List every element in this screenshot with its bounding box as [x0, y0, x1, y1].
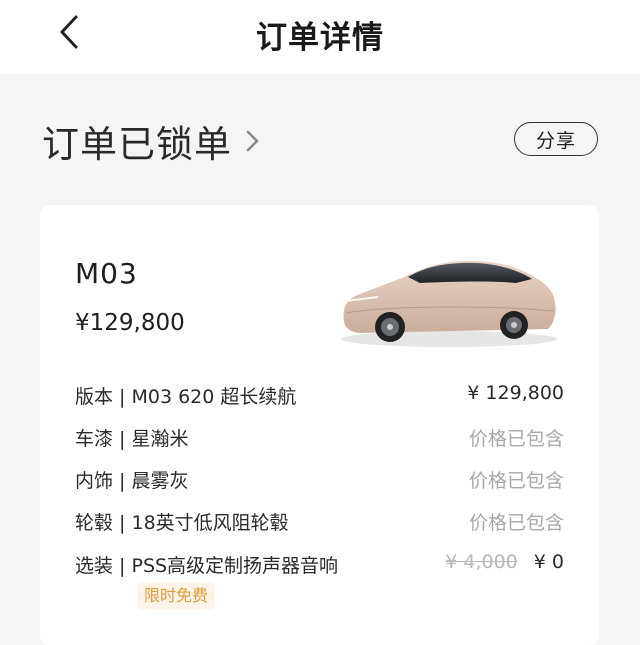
original-price: ¥ 4,000 — [445, 551, 518, 573]
spec-value: ¥ 0 — [533, 551, 564, 573]
spec-label: 选装 | PSS高级定制扬声器音响 — [75, 555, 339, 577]
spec-row-version: 版本 | M03 620 超长续航 ¥ 129,800 — [75, 382, 564, 412]
chevron-right-icon — [246, 130, 259, 152]
spec-label: 车漆 | 星瀚米 — [75, 428, 189, 450]
spec-row-option: 选装 | PSS高级定制扬声器音响 ¥ 4,000 ¥ 0 — [75, 551, 564, 581]
spec-row-wheels: 轮毂 | 18英寸低风阻轮毂 价格已包含 — [75, 508, 564, 538]
car-model-price: ¥129,800 — [75, 310, 185, 336]
car-model-name: M03 — [75, 257, 138, 290]
spec-value: 价格已包含 — [468, 512, 564, 534]
spec-value: 价格已包含 — [468, 428, 564, 450]
spec-value-group: ¥ 4,000 ¥ 0 — [445, 551, 564, 573]
order-status-link[interactable]: 订单已锁单 — [42, 118, 264, 166]
spec-label: 内饰 | 晨雾灰 — [75, 470, 189, 492]
spec-label: 轮毂 | 18英寸低风阻轮毂 — [75, 512, 289, 534]
spec-row-paint: 车漆 | 星瀚米 价格已包含 — [75, 424, 564, 454]
limited-free-badge: 限时免费 — [138, 583, 215, 609]
car-image — [341, 260, 557, 347]
spec-row-interior: 内饰 | 晨雾灰 价格已包含 — [75, 466, 564, 496]
page-title: 订单详情 — [256, 20, 384, 56]
spec-value: ¥ 129,800 — [467, 382, 564, 404]
order-card: M03 ¥129,800 版本 | M03 620 超长续航 ¥ 129,800 — [40, 205, 599, 645]
share-button[interactable]: 分享 — [514, 122, 598, 156]
nav-bar: 订单详情 — [0, 0, 640, 74]
spec-label: 版本 | M03 620 超长续航 — [75, 386, 297, 408]
order-status-title: 订单已锁单 — [42, 123, 232, 166]
spec-value: 价格已包含 — [468, 470, 564, 492]
